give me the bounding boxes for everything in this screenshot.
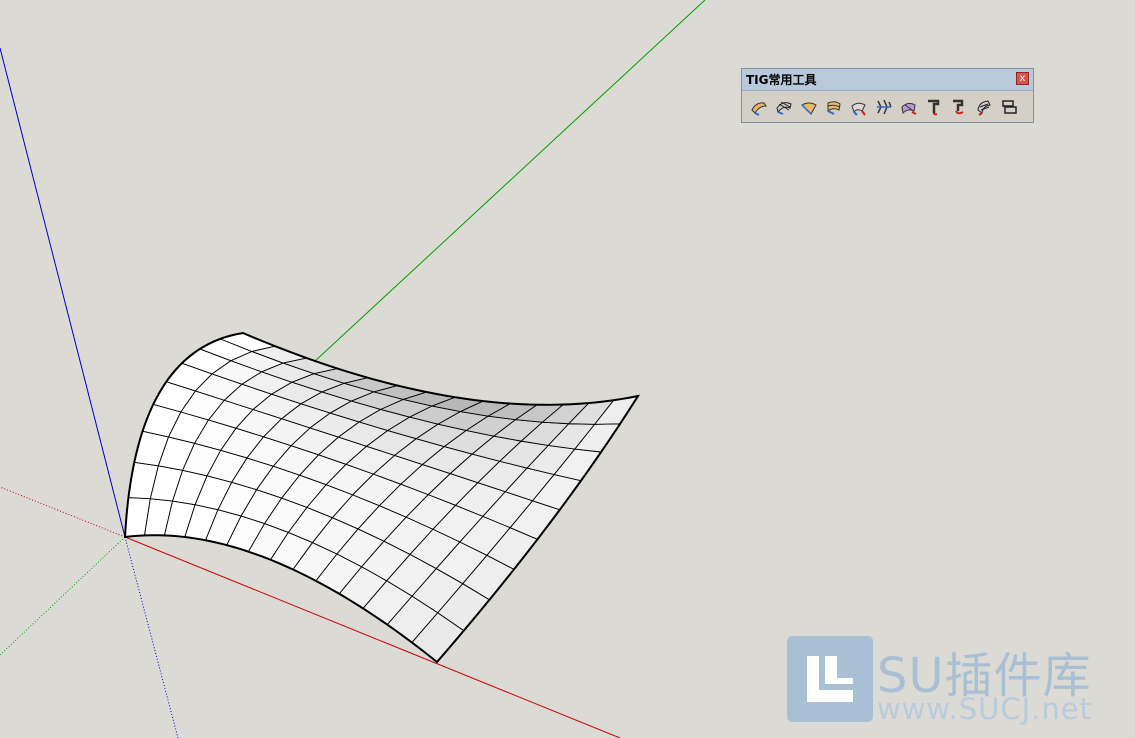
surface-tool-3-icon[interactable] bbox=[799, 96, 819, 118]
surface-tool-5-icon[interactable] bbox=[849, 96, 869, 118]
toolbar-icons bbox=[742, 91, 1033, 118]
surface-tool-1-icon[interactable] bbox=[749, 96, 769, 118]
toolbar-title: TIG常用工具 bbox=[746, 73, 817, 87]
curved-surface-mesh[interactable] bbox=[123, 331, 641, 664]
blue-axis-hidden bbox=[124, 536, 179, 738]
red-axis-hidden bbox=[0, 486, 126, 538]
watermark-logo bbox=[787, 636, 873, 722]
surface-tool-6-icon[interactable] bbox=[874, 96, 894, 118]
surface-tool-2-icon[interactable] bbox=[774, 96, 794, 118]
toolbar-titlebar[interactable]: TIG常用工具 x bbox=[742, 69, 1033, 91]
close-icon[interactable]: x bbox=[1016, 72, 1029, 85]
watermark: SU插件库 www.SUCJ.net bbox=[787, 636, 1132, 726]
surface-tool-4-icon[interactable] bbox=[824, 96, 844, 118]
surface-tool-7-icon[interactable] bbox=[899, 96, 919, 118]
pipe-tool-1-icon[interactable] bbox=[924, 96, 944, 118]
surface-tool-8-icon[interactable] bbox=[974, 96, 994, 118]
blue-axis bbox=[0, 47, 126, 538]
pipe-tool-2-icon[interactable] bbox=[949, 96, 969, 118]
green-axis-hidden bbox=[0, 536, 126, 656]
tig-toolbar[interactable]: TIG常用工具 x bbox=[741, 68, 1034, 123]
watermark-url: www.SUCJ.net bbox=[877, 692, 1092, 726]
frame-tool-icon[interactable] bbox=[999, 96, 1019, 118]
